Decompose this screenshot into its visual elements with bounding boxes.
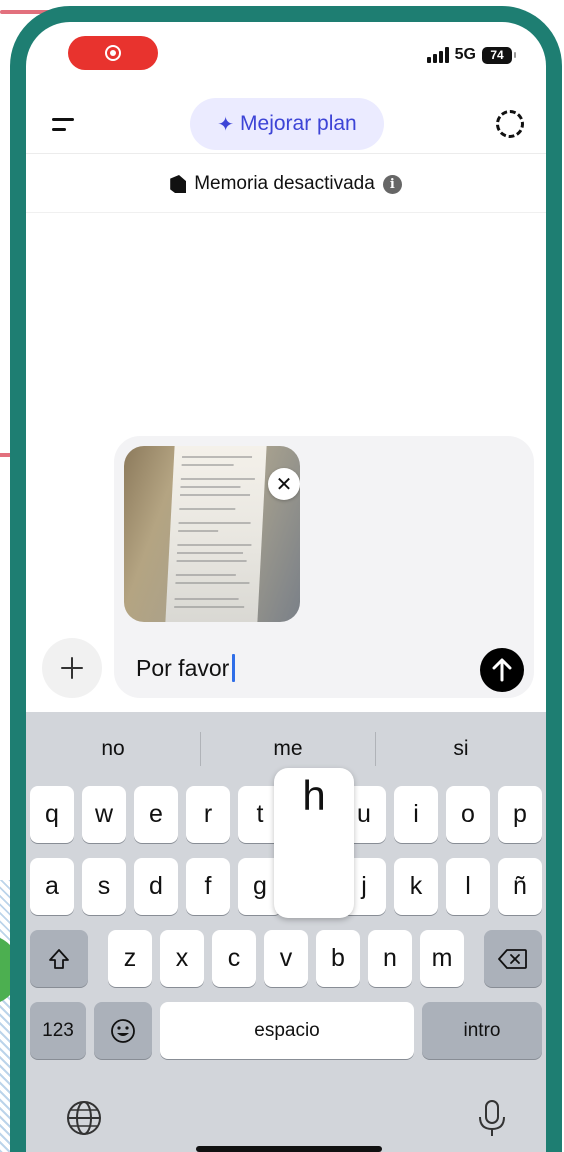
info-icon[interactable]: i [382,174,402,194]
key-w[interactable]: w [82,786,126,843]
record-icon [105,45,121,61]
header-divider [26,153,546,154]
message-composer[interactable]: ✕ Por favor [114,436,534,698]
network-type: 5G [454,46,476,63]
attached-image-thumbnail[interactable]: ✕ [124,446,300,622]
keyboard: no me si q w e r t y u i o p a s d f g j [26,712,546,1152]
send-button[interactable] [480,648,524,692]
key-q[interactable]: q [30,786,74,843]
emoji-key[interactable] [94,1002,152,1059]
mic-icon[interactable] [472,1098,512,1138]
upgrade-plan-label: Mejorar plan [240,112,357,135]
backspace-key[interactable] [484,930,542,987]
add-attachment-button[interactable] [42,638,102,698]
return-key[interactable]: intro [422,1002,542,1059]
memory-status-label: Memoria desactivada [194,173,375,194]
memory-status[interactable]: Memoria desactivada i [26,170,546,198]
backspace-icon [498,948,527,969]
key-a[interactable]: a [30,858,74,915]
key-e[interactable]: e [134,786,178,843]
status-icons: 5G 74 [426,46,516,64]
signal-icon [426,47,449,63]
receipt-photo [165,446,267,622]
menu-icon[interactable] [52,118,78,134]
key-o[interactable]: o [446,786,490,843]
phone-screen: 5G 74 ✦ Mejorar plan Memoria desactivada… [26,22,546,1152]
suggestion-item[interactable]: no [26,712,200,786]
battery-level: 74 [490,48,504,62]
key-k[interactable]: k [394,858,438,915]
key-d[interactable]: d [134,858,178,915]
message-input[interactable]: Por favor [136,654,236,682]
space-key[interactable]: espacio [160,1002,414,1059]
emoji-icon [111,1018,135,1043]
key-l[interactable]: l [446,858,490,915]
new-chat-icon[interactable] [496,110,524,138]
upgrade-plan-button[interactable]: ✦ Mejorar plan [190,98,384,150]
remove-attachment-button[interactable]: ✕ [268,468,300,500]
shift-icon [49,948,69,969]
key-z[interactable]: z [108,930,152,987]
numbers-key[interactable]: 123 [30,1002,86,1059]
arrow-up-icon [492,658,512,682]
battery-icon: 74 [482,46,516,64]
shift-key[interactable] [30,930,88,987]
suggestion-item[interactable]: si [376,712,546,786]
close-icon: ✕ [275,473,293,496]
key-f[interactable]: f [186,858,230,915]
key-h-base [292,842,336,916]
key-i[interactable]: i [394,786,438,843]
key-m[interactable]: m [420,930,464,987]
key-s[interactable]: s [82,858,126,915]
phone-frame: 5G 74 ✦ Mejorar plan Memoria desactivada… [10,6,562,1152]
globe-icon[interactable] [64,1098,104,1138]
sparkle-icon: ✦ [217,113,235,136]
key-n-tilde[interactable]: ñ [498,858,542,915]
key-b[interactable]: b [316,930,360,987]
key-r[interactable]: r [186,786,230,843]
screen-recording-indicator[interactable] [68,36,158,70]
key-x[interactable]: x [160,930,204,987]
key-v[interactable]: v [264,930,308,987]
key-c[interactable]: c [212,930,256,987]
memory-off-icon [170,175,187,193]
key-p[interactable]: p [498,786,542,843]
memory-divider [26,212,546,213]
home-indicator[interactable] [196,1146,382,1152]
text-caret [232,654,236,682]
message-input-text: Por favor [136,654,230,681]
key-n[interactable]: n [368,930,412,987]
